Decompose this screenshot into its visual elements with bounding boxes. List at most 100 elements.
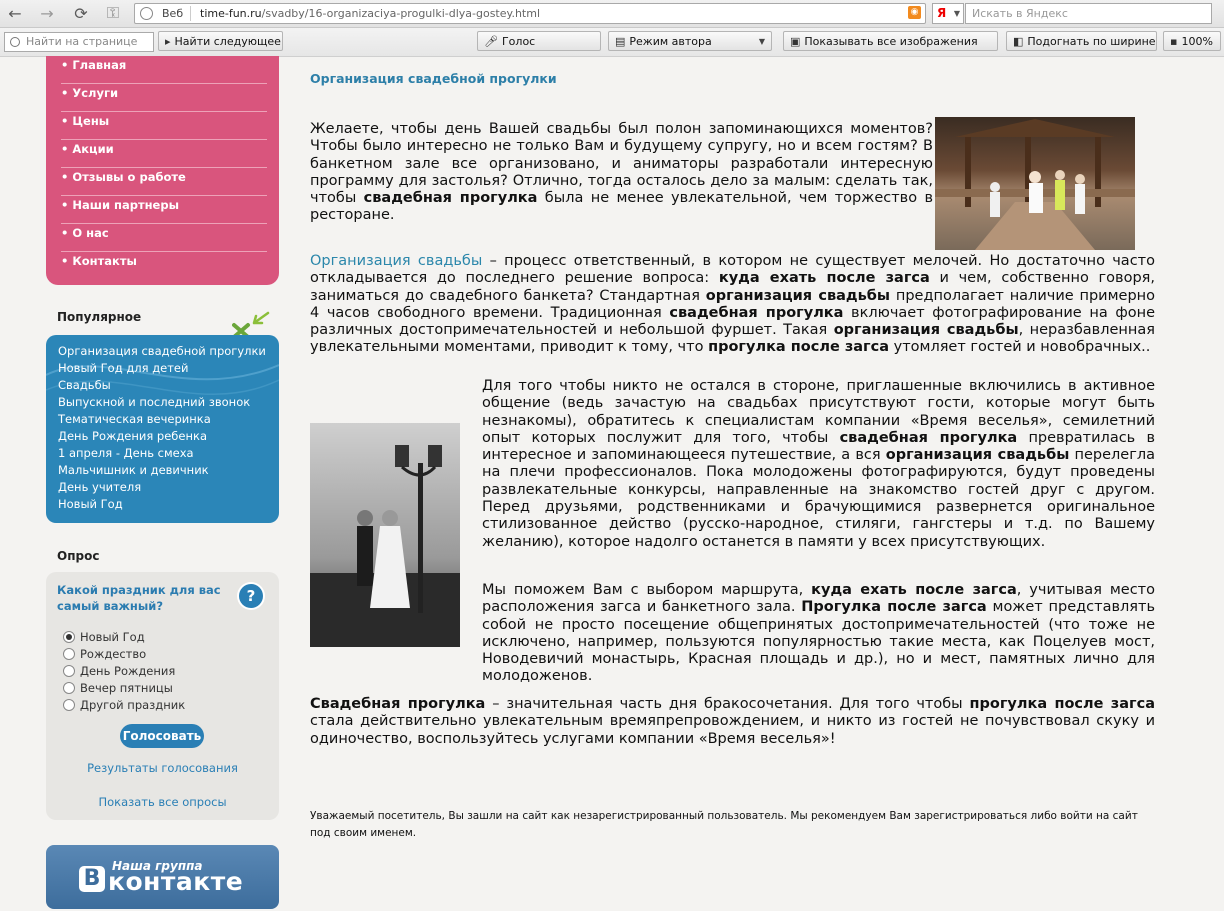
keyword: Прогулка после загса [801,599,987,616]
popular-title: Популярное [57,310,142,324]
fit-width-button[interactable]: ◧ Подогнать по ширине [1006,31,1157,51]
menu-item-partners[interactable]: • Наши партнеры [61,196,267,224]
radio-button[interactable] [63,631,75,643]
voice-label: Голос [501,35,536,48]
zoom-label: 100% [1181,35,1213,48]
article-paragraph-4: Мы поможем Вам с выбором маршрута, куда … [482,582,1155,685]
popular-item[interactable]: Свадьбы [58,378,111,392]
key-icon[interactable]: ⚿ [102,3,124,23]
poll-box: Какой праздник для вас самый важный? ? Н… [46,572,279,820]
find-input[interactable]: Найти на странице [4,32,154,52]
article-paragraph-5: Свадебная прогулка – значительная часть … [310,696,1155,747]
poll-option[interactable]: Другой праздник [63,698,185,712]
popular-item[interactable]: Мальчишник и девичник [58,463,209,477]
vote-button[interactable]: Голосовать [120,724,204,748]
popular-list: Организация свадебной прогулки Новый Год… [46,335,279,523]
voice-button[interactable]: 🎤︎ Голос [477,31,601,51]
keyword: организация свадьбы [705,287,891,304]
author-mode-icon: ▤ [615,35,626,48]
popular-item[interactable]: Новый Год для детей [58,361,188,375]
divider [190,6,191,21]
back-icon[interactable]: ← [4,3,26,23]
keyword: организация свадьбы [833,322,1019,339]
microphone-icon: 🎤︎ [484,35,498,48]
keyword: свадебная прогулка [669,304,844,321]
wedding-photo-lamppost [310,423,460,647]
help-icon[interactable]: ? [239,584,263,608]
radio-button[interactable] [63,665,75,677]
keyword: куда ехать после загса [811,582,1017,598]
poll-option-label: Новый Год [80,630,145,644]
popular-item[interactable]: Организация свадебной прогулки [58,344,266,358]
search-engine-select[interactable]: Я ▼ [932,3,964,24]
article-link[interactable]: Организация свадьбы [310,253,482,269]
zoom-select[interactable]: ▪ 100% [1163,31,1221,51]
yandex-icon: Я [937,6,947,20]
keyword: свадебная прогулка [363,190,538,207]
registration-notice: Уважаемый посетитель, Вы зашли на сайт к… [310,810,1138,839]
popular-item[interactable]: Выпускной и последний звонок [58,395,250,409]
chevron-down-icon: ▼ [758,37,765,46]
show-images-button[interactable]: ▣ Показывать все изображения [783,31,998,51]
poll-option[interactable]: День Рождения [63,664,175,678]
menu-item-about[interactable]: • О нас [61,224,267,252]
keyword: прогулка после загса [969,696,1155,712]
menu-item-home[interactable]: • Главная [61,56,267,84]
keyword: организация свадьбы [885,447,1070,464]
menu-item-promos[interactable]: • Акции [61,140,267,168]
vk-logo-icon: В [79,866,105,892]
main-menu: • Главная • Услуги • Цены • Акции • Отзы… [46,56,279,285]
poll-option[interactable]: Рождество [63,647,146,661]
forward-icon[interactable]: → [36,3,58,23]
url-path: /svadby/16-organizaciya-progulki-dlya-go… [261,7,541,20]
find-toolbar: Найти на странице ▸ Найти следующее 🎤︎ Гол… [0,28,1224,57]
menu-item-reviews[interactable]: • Отзывы о работе [61,168,267,196]
vk-group-banner[interactable]: Наша группа В контакте [46,845,279,909]
address-bar[interactable]: Веб time-fun.ru/svadby/16-organizaciya-p… [134,3,926,24]
all-polls-link[interactable]: Показать все опросы [46,795,279,809]
reload-icon[interactable]: ⟳ [70,3,92,23]
poll-option[interactable]: Вечер пятницы [63,681,173,695]
keyword: куда ехать после загса [718,270,930,287]
rss-icon[interactable]: ◉ [908,6,921,19]
radio-button[interactable] [63,648,75,660]
find-placeholder: Найти на странице [26,35,138,48]
menu-item-prices[interactable]: • Цены [61,112,267,140]
popular-item[interactable]: Тематическая вечеринка [58,412,211,426]
fit-width-icon: ◧ [1013,35,1024,48]
radio-button[interactable] [63,699,75,711]
popular-item[interactable]: День Рождения ребенка [58,429,207,443]
poll-option-label: День Рождения [80,664,176,678]
find-next-label: Найти следующее [174,35,281,48]
url-text[interactable]: time-fun.ru/svadby/16-organizaciya-progu… [200,4,540,23]
poll-results-link[interactable]: Результаты голосования [46,761,279,775]
wedding-photo-bridge [935,117,1135,250]
menu-item-services[interactable]: • Услуги [61,84,267,112]
author-mode-button[interactable]: ▤ Режим автора ▼ [608,31,772,51]
popular-item[interactable]: Новый Год [58,497,123,511]
find-next-button[interactable]: ▸ Найти следующее [158,31,283,51]
poll-option-label: Другой праздник [80,698,186,712]
url-domain: time-fun.ru [200,7,262,20]
keyword: Свадебная прогулка [310,696,486,712]
poll-question: Какой праздник для вас самый важный? [57,583,221,613]
arrow-right-icon: ▸ [165,35,171,48]
popular-item[interactable]: 1 апреля - День смеха [58,446,194,460]
show-images-label: Показывать все изображения [804,35,978,48]
menu-item-contacts[interactable]: • Контакты [61,252,267,279]
site-label: Веб [162,7,184,20]
search-input[interactable]: Искать в Яндекс [965,3,1212,24]
keyword: прогулка после загса [708,339,889,356]
poll-option-label: Рождество [80,647,147,661]
radio-button[interactable] [63,682,75,694]
browser-toolbar: ← → ⟳ ⚿ Веб time-fun.ru/svadby/16-organi… [0,0,1224,28]
poll-option-label: Вечер пятницы [80,681,173,695]
poll-option[interactable]: Новый Год [63,630,145,644]
article-paragraph-3: Для того чтобы никто не остался в сторон… [482,378,1155,550]
chevron-down-icon: ▼ [953,9,960,18]
article-paragraph-2: Организация свадьбы – процесс ответствен… [310,253,1156,356]
popular-item[interactable]: День учителя [58,480,141,494]
search-icon [10,37,20,47]
article-paragraph-1: Желаете, чтобы день Вашей свадьбы был по… [310,121,933,224]
globe-icon [140,7,153,20]
